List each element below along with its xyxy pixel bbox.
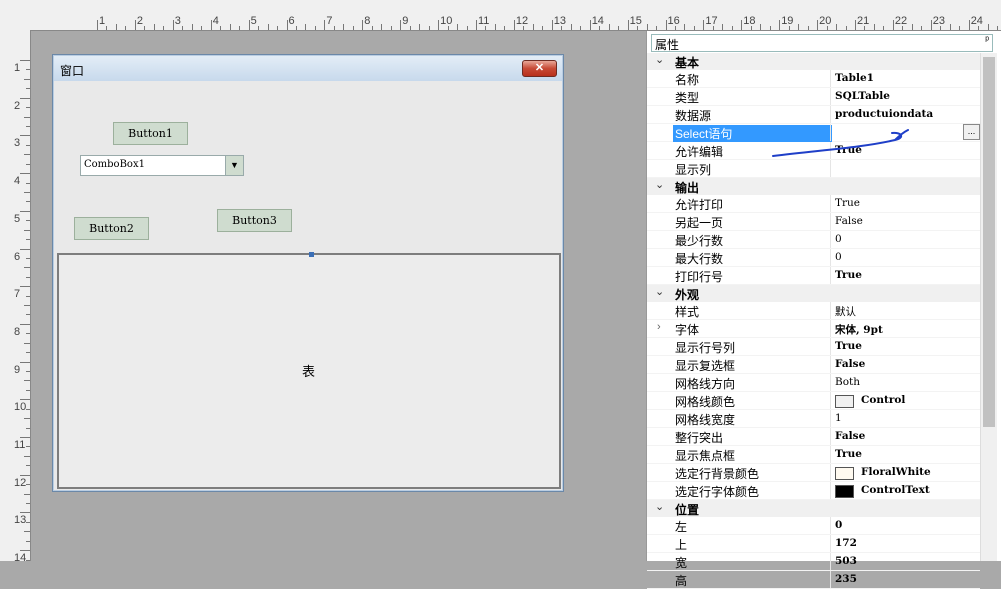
prop-value: 235 bbox=[835, 573, 857, 585]
annotation-overlay bbox=[772, 129, 909, 157]
prop-height[interactable]: 高 235 bbox=[647, 571, 980, 589]
annotation-arrow bbox=[772, 129, 909, 157]
prop-label: 高 bbox=[675, 574, 688, 588]
